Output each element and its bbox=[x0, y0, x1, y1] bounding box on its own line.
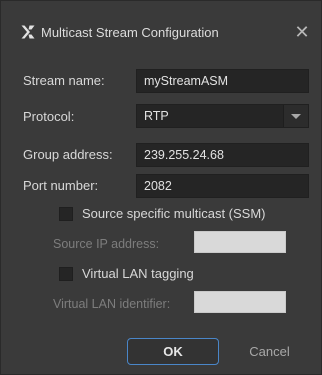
close-icon[interactable]: ✕ bbox=[294, 22, 309, 43]
multicast-stream-dialog: Multicast Stream Configuration ✕ Stream … bbox=[0, 0, 322, 375]
chevron-down-icon bbox=[291, 113, 301, 119]
ssm-checkbox-row[interactable]: Source specific multicast (SSM) bbox=[59, 206, 266, 221]
vlan-id-input bbox=[194, 291, 286, 313]
dialog-title: Multicast Stream Configuration bbox=[41, 25, 219, 40]
ssm-checkbox[interactable] bbox=[59, 206, 73, 221]
stream-name-input[interactable] bbox=[136, 69, 309, 93]
source-ip-label: Source IP address: bbox=[53, 237, 160, 251]
source-ip-input bbox=[194, 231, 286, 253]
protocol-select[interactable]: RTP bbox=[136, 104, 309, 128]
protocol-label: Protocol: bbox=[23, 109, 75, 124]
protocol-selected-value: RTP bbox=[144, 109, 169, 123]
group-address-label: Group address: bbox=[23, 147, 113, 162]
group-address-input[interactable] bbox=[136, 143, 309, 167]
port-number-input[interactable] bbox=[136, 174, 309, 198]
stream-name-label: Stream name: bbox=[23, 73, 105, 88]
vlan-tagging-label: Virtual LAN tagging bbox=[82, 266, 194, 281]
protocol-dropdown-button[interactable] bbox=[283, 105, 308, 127]
close-button[interactable]: ✕ bbox=[291, 21, 313, 43]
x-logo-icon bbox=[21, 25, 35, 39]
ssm-label: Source specific multicast (SSM) bbox=[82, 206, 266, 221]
vlan-tagging-checkbox-row[interactable]: Virtual LAN tagging bbox=[59, 266, 194, 281]
title-bar: Multicast Stream Configuration ✕ bbox=[1, 1, 321, 63]
vlan-tagging-checkbox[interactable] bbox=[59, 266, 73, 281]
vlan-id-label: Virtual LAN identifier: bbox=[53, 297, 171, 311]
port-number-label: Port number: bbox=[23, 178, 99, 193]
cancel-button[interactable]: Cancel bbox=[226, 338, 313, 365]
ok-button[interactable]: OK bbox=[127, 338, 219, 365]
